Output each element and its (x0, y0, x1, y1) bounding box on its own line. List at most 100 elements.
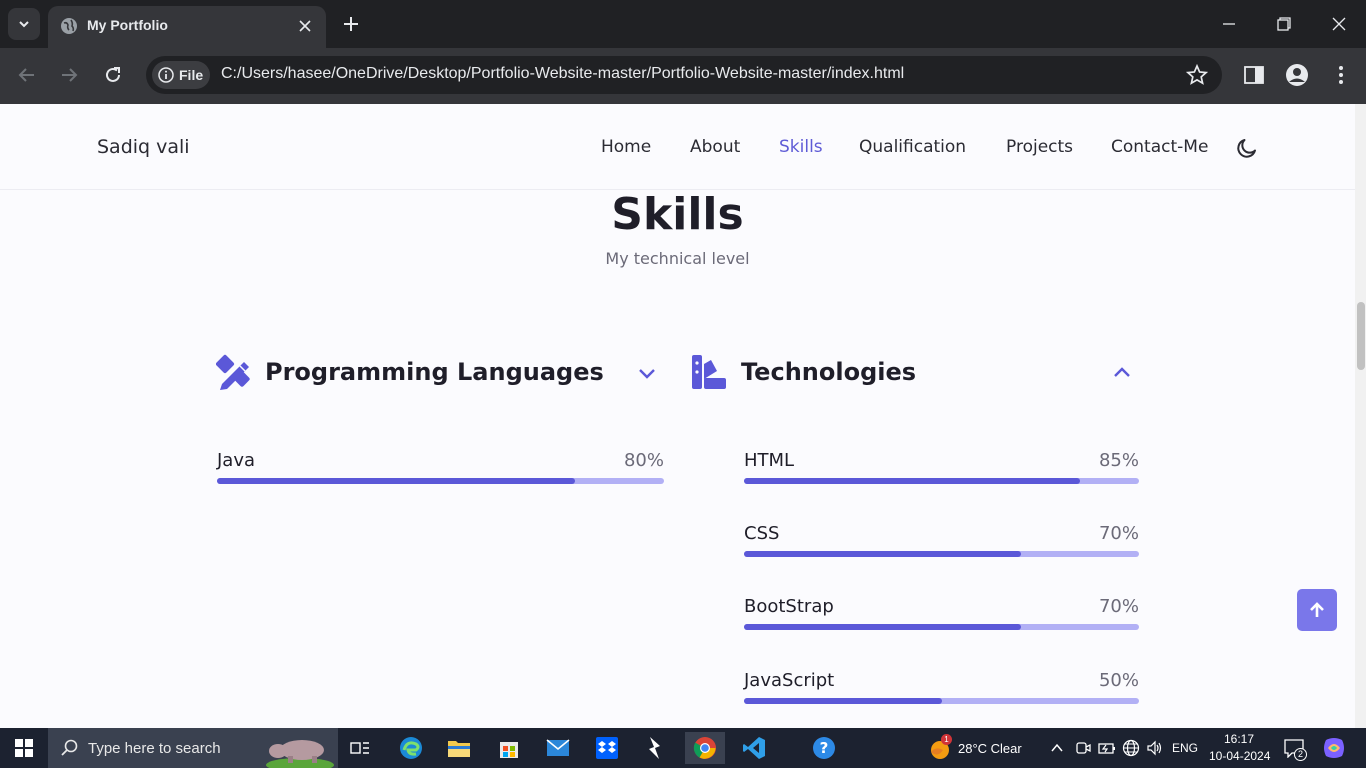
arrow-left-icon (18, 68, 34, 82)
lightning-icon (649, 737, 660, 759)
site-logo[interactable]: Sadiq vali (97, 136, 190, 158)
chevron-up-icon[interactable] (1050, 741, 1064, 755)
get-help-app[interactable]: ? (804, 732, 844, 764)
skill-item: JavaScript 50% (744, 670, 1139, 710)
server-shapes-icon (692, 355, 726, 389)
minimize-button[interactable] (1206, 8, 1252, 40)
profile-button[interactable] (1284, 62, 1310, 88)
dropbox-icon (596, 737, 618, 759)
url-text[interactable]: C:/Users/hasee/OneDrive/Desktop/Portfoli… (221, 65, 904, 83)
nav-about[interactable]: About (690, 137, 740, 157)
skill-bar-fill (744, 551, 1021, 557)
globe-icon (61, 18, 77, 34)
svg-text:?: ? (820, 739, 829, 757)
windows-taskbar: Type here to search ? 1 28°C Clear ENG 1… (0, 728, 1366, 768)
skill-bar-track (744, 624, 1139, 630)
skill-percent: 70% (1098, 523, 1139, 544)
pencil-ruler-icon (216, 354, 250, 390)
info-icon (158, 67, 174, 83)
help-icon: ? (813, 737, 835, 759)
side-panel-button[interactable] (1241, 62, 1267, 88)
start-button[interactable] (0, 728, 48, 768)
battery-icon[interactable] (1098, 740, 1116, 756)
programming-languages-header[interactable]: Programming Languages (216, 354, 662, 394)
language-indicator[interactable]: ENG (1172, 741, 1198, 755)
section-title: Skills (611, 189, 744, 240)
vscode-app[interactable] (734, 732, 774, 764)
copilot-icon[interactable] (1322, 736, 1346, 760)
skill-bar-fill (744, 698, 942, 704)
file-explorer-app[interactable] (439, 732, 479, 764)
scroll-to-top-button[interactable] (1297, 589, 1337, 631)
task-view-button[interactable] (340, 732, 380, 764)
windows-logo-icon (15, 739, 33, 757)
arrow-up-icon (1310, 602, 1324, 617)
chevron-down-icon (639, 369, 655, 379)
notification-count: 2 (1294, 748, 1307, 761)
skill-percent: 80% (623, 450, 664, 471)
reload-button[interactable] (98, 60, 128, 90)
page-scrollbar[interactable] (1355, 104, 1366, 728)
nav-home[interactable]: Home (601, 137, 651, 157)
address-bar[interactable]: File C:/Users/hasee/OneDrive/Desktop/Por… (146, 56, 1222, 94)
skill-name: CSS (744, 523, 780, 544)
more-vertical-icon (1339, 66, 1343, 84)
restore-icon (1277, 17, 1291, 31)
moon-icon[interactable] (1235, 136, 1259, 160)
bookmark-star-icon[interactable] (1186, 64, 1208, 86)
close-icon (1332, 17, 1346, 31)
nav-contact[interactable]: Contact-Me (1111, 137, 1208, 157)
skill-percent: 85% (1098, 450, 1139, 471)
tab-close-button[interactable] (294, 15, 316, 37)
folder-icon (448, 741, 470, 757)
nav-projects[interactable]: Projects (1006, 137, 1073, 157)
restore-button[interactable] (1261, 8, 1307, 40)
tab-title: My Portfolio (87, 17, 168, 33)
dropbox-app[interactable] (587, 732, 627, 764)
terminal-app[interactable] (635, 732, 675, 764)
scrollbar-thumb[interactable] (1357, 302, 1365, 370)
browser-titlebar: My Portfolio (0, 0, 1366, 48)
taskbar-search[interactable]: Type here to search (48, 728, 338, 768)
skill-bar-fill (744, 478, 1080, 484)
forward-button[interactable] (54, 60, 84, 90)
arrow-right-icon (62, 68, 78, 82)
menu-button[interactable] (1328, 62, 1354, 88)
page-viewport: Sadiq vali Home About Skills Qualificati… (0, 104, 1366, 728)
technologies-header[interactable]: Technologies (691, 354, 1139, 394)
skill-bar-track (744, 478, 1139, 484)
network-globe-icon[interactable] (1122, 739, 1140, 757)
skill-percent: 50% (1098, 670, 1139, 691)
programming-languages-title: Programming Languages (265, 358, 604, 386)
site-info-chip[interactable]: File (152, 61, 210, 89)
nav-qualification[interactable]: Qualification (859, 137, 966, 157)
microsoft-store-app[interactable] (489, 732, 529, 764)
clock-time[interactable]: 16:17 (1224, 732, 1254, 746)
skill-bar-fill (744, 624, 1021, 630)
skill-item: BootStrap 70% (744, 596, 1139, 636)
technologies-title: Technologies (741, 358, 917, 386)
clock-date[interactable]: 10-04-2024 (1209, 749, 1270, 763)
weather-text[interactable]: 28°C Clear (958, 741, 1022, 756)
back-button[interactable] (12, 60, 42, 90)
chrome-icon (693, 737, 716, 759)
tab-search-button[interactable] (8, 8, 40, 40)
browser-tab[interactable]: My Portfolio (48, 6, 326, 48)
edge-app[interactable] (391, 732, 431, 764)
skill-name: Java (217, 450, 256, 471)
vscode-icon (743, 737, 765, 759)
section-subtitle: My technical level (605, 249, 750, 268)
hippo-illustration-icon (266, 740, 334, 768)
nav-skills[interactable]: Skills (779, 137, 823, 157)
search-icon (61, 739, 78, 756)
reload-icon (106, 67, 120, 82)
volume-icon[interactable] (1146, 739, 1164, 757)
mail-app[interactable] (538, 732, 578, 764)
meet-now-icon[interactable] (1075, 740, 1091, 756)
chrome-app[interactable] (685, 732, 725, 764)
new-tab-button[interactable] (338, 11, 364, 37)
edge-icon (400, 737, 422, 759)
skill-bar-track (217, 478, 664, 484)
site-info-label: File (179, 67, 204, 83)
close-window-button[interactable] (1316, 8, 1362, 40)
